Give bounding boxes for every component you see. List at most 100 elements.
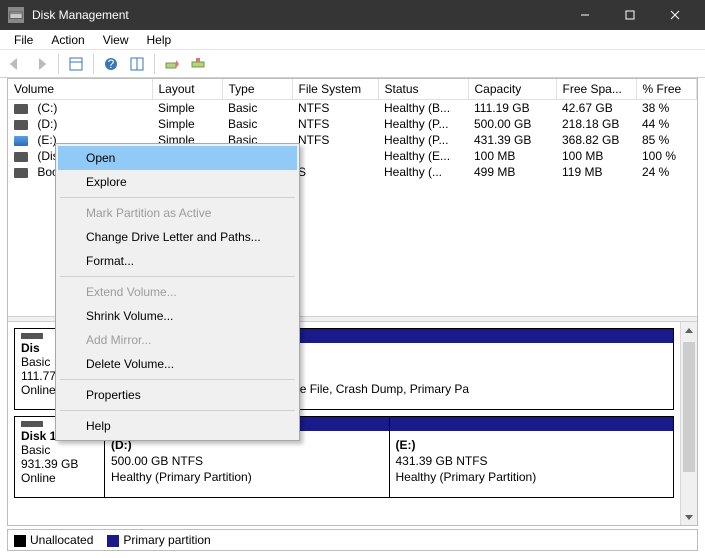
drive-icon — [14, 104, 28, 114]
cell-layout: Simple — [152, 100, 222, 117]
disk-type: Basic — [21, 355, 50, 369]
disk-icon — [21, 333, 43, 339]
col-status[interactable]: Status — [378, 79, 468, 100]
col-layout[interactable]: Layout — [152, 79, 222, 100]
context-menu-separator — [60, 410, 295, 411]
menu-help[interactable]: Help — [139, 31, 180, 49]
context-menu-item[interactable]: Explore — [58, 170, 297, 194]
cell-free: 218.18 GB — [556, 116, 636, 132]
scroll-up-arrow[interactable] — [681, 322, 697, 339]
col-free[interactable]: Free Spa... — [556, 79, 636, 100]
cell-type: Basic — [222, 100, 292, 117]
partition-stripe — [390, 417, 674, 431]
cell-capacity: 431.39 GB — [468, 132, 556, 148]
menu-file[interactable]: File — [6, 31, 41, 49]
context-menu-item[interactable]: Format... — [58, 249, 297, 273]
partition-size: 431.39 GB NTFS — [396, 454, 488, 468]
table-row[interactable]: (D:)SimpleBasicNTFSHealthy (P...500.00 G… — [8, 116, 697, 132]
toolbar-action-2-button[interactable] — [187, 53, 209, 75]
drive-icon — [14, 152, 28, 162]
cell-status: Healthy (... — [378, 164, 468, 180]
cell-pct: 100 % — [636, 148, 697, 164]
toolbar-view-1-button[interactable] — [65, 53, 87, 75]
context-menu-item[interactable]: Change Drive Letter and Paths... — [58, 225, 297, 249]
partition-letter: (E:) — [396, 438, 416, 452]
col-type[interactable]: Type — [222, 79, 292, 100]
cell-fs: NTFS — [292, 116, 378, 132]
cell-pct: 85 % — [636, 132, 697, 148]
col-capacity[interactable]: Capacity — [468, 79, 556, 100]
cell-fs: NTFS — [292, 100, 378, 117]
disk-icon — [21, 421, 43, 427]
scroll-down-arrow[interactable] — [681, 508, 697, 525]
close-button[interactable] — [652, 0, 697, 30]
cell-capacity: 500.00 GB — [468, 116, 556, 132]
cell-status: Healthy (P... — [378, 132, 468, 148]
context-menu-item: Extend Volume... — [58, 280, 297, 304]
drive-icon — [14, 136, 28, 146]
cell-free: 119 MB — [556, 164, 636, 180]
cell-status: Healthy (B... — [378, 100, 468, 117]
cell-pct: 38 % — [636, 100, 697, 117]
cell-free: 42.67 GB — [556, 100, 636, 117]
context-menu-item: Add Mirror... — [58, 328, 297, 352]
context-menu-item[interactable]: Properties — [58, 383, 297, 407]
cell-fs: S — [292, 164, 378, 180]
partition-status: Healthy (Primary Partition) — [396, 470, 537, 484]
drive-icon — [14, 120, 28, 130]
cell-fs: NTFS — [292, 132, 378, 148]
context-menu-separator — [60, 276, 295, 277]
table-row[interactable]: (C:)SimpleBasicNTFSHealthy (B...111.19 G… — [8, 100, 697, 117]
cell-status: Healthy (P... — [378, 116, 468, 132]
col-volume[interactable]: Volume — [8, 79, 152, 100]
drive-icon — [14, 168, 28, 178]
partition-status: Healthy (Primary Partition) — [111, 470, 252, 484]
cell-free: 368.82 GB — [556, 132, 636, 148]
toolbar: ? — [0, 50, 705, 78]
cell-fs — [292, 148, 378, 164]
cell-pct: 24 % — [636, 164, 697, 180]
legend-primary: Primary partition — [107, 533, 210, 547]
minimize-button[interactable] — [562, 0, 607, 30]
context-menu-separator — [60, 197, 295, 198]
table-header-row: Volume Layout Type File System Status Ca… — [8, 79, 697, 100]
menubar: File Action View Help — [0, 30, 705, 50]
context-menu-item[interactable]: Delete Volume... — [58, 352, 297, 376]
disk-type: Basic — [21, 443, 50, 457]
help-button[interactable]: ? — [100, 53, 122, 75]
titlebar: Disk Management — [0, 0, 705, 30]
menu-action[interactable]: Action — [43, 31, 92, 49]
context-menu-item: Mark Partition as Active — [58, 201, 297, 225]
scroll-thumb[interactable] — [683, 342, 695, 472]
col-pctfree[interactable]: % Free — [636, 79, 697, 100]
cell-capacity: 499 MB — [468, 164, 556, 180]
context-menu-item[interactable]: Help — [58, 414, 297, 438]
window-title: Disk Management — [32, 8, 562, 22]
cell-type: Basic — [222, 116, 292, 132]
disk-size: 931.39 GB — [21, 457, 78, 471]
disk-name: Dis — [21, 341, 40, 355]
cell-status: Healthy (E... — [378, 148, 468, 164]
disk-status: Online — [21, 383, 56, 397]
context-menu-item[interactable]: Open — [58, 146, 297, 170]
legend-unallocated: Unallocated — [14, 533, 93, 547]
partition[interactable]: (E:) 431.39 GB NTFS Healthy (Primary Parti… — [390, 417, 674, 497]
toolbar-view-2-button[interactable] — [126, 53, 148, 75]
vertical-scrollbar[interactable] — [680, 322, 697, 525]
toolbar-action-1-button[interactable] — [161, 53, 183, 75]
cell-pct: 44 % — [636, 116, 697, 132]
app-icon — [8, 7, 24, 23]
context-menu-separator — [60, 379, 295, 380]
menu-view[interactable]: View — [95, 31, 137, 49]
forward-button — [30, 53, 52, 75]
context-menu-item[interactable]: Shrink Volume... — [58, 304, 297, 328]
disk-size: 111.77 — [21, 369, 56, 383]
cell-capacity: 100 MB — [468, 148, 556, 164]
context-menu: OpenExplore Mark Partition as ActiveChang… — [55, 143, 300, 441]
maximize-button[interactable] — [607, 0, 652, 30]
cell-free: 100 MB — [556, 148, 636, 164]
legend: Unallocated Primary partition — [7, 529, 698, 551]
col-filesystem[interactable]: File System — [292, 79, 378, 100]
cell-capacity: 111.19 GB — [468, 100, 556, 117]
partition-size: 500.00 GB NTFS — [111, 454, 203, 468]
